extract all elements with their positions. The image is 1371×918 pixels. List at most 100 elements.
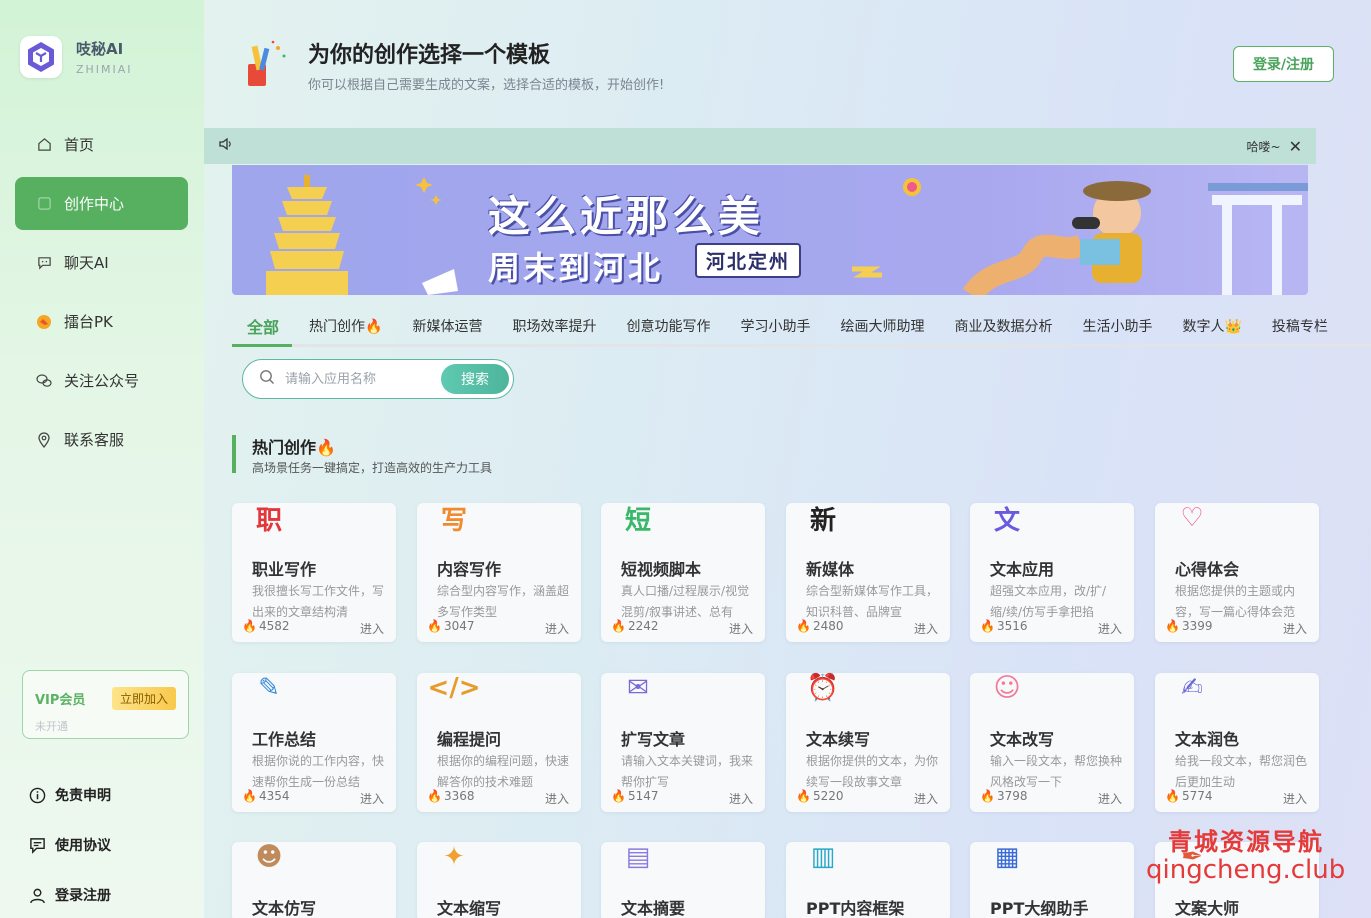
sidebar-item-support[interactable]: 联系客服 [15, 413, 188, 466]
login-register-label: 登录注册 [55, 888, 111, 904]
create-icon [36, 196, 52, 212]
card-enter-link[interactable]: 进入 [1098, 790, 1122, 807]
tab-new-media[interactable]: 新媒体运营 [397, 308, 497, 344]
promo-banner[interactable]: 这么近那么美 周末到河北 河北定州 [232, 165, 1308, 295]
card-description: 超强文本应用，改/扩/缩/续/仿写手拿把掐 [990, 584, 1107, 619]
tab-hot[interactable]: 热门创作🔥 [294, 308, 397, 344]
tab-all[interactable]: 全部 [232, 308, 294, 344]
tab-business[interactable]: 商业及数据分析 [939, 308, 1067, 344]
template-card[interactable]: ▦ PPT大纲助手 [970, 842, 1134, 918]
template-card[interactable]: 新新媒体 综合型新媒体写作工具，知识科普、品牌宣 🔥 2480 进入 [786, 503, 950, 642]
pk-icon [36, 314, 52, 330]
card-description: 我很擅长写工作文件，写出来的文章结构清 [252, 584, 384, 619]
tab-workplace[interactable]: 职场效率提升 [497, 308, 611, 344]
template-card[interactable]: 文文本应用 超强文本应用，改/扩/缩/续/仿写手拿把掐 🔥 3516 进入 [970, 503, 1134, 642]
watermark-line1: 青城资源导航 [1168, 828, 1324, 856]
fire-icon: 🔥 [427, 619, 442, 633]
agreement-link[interactable]: 使用协议 [28, 820, 111, 870]
card-title: 短视频脚本 [621, 560, 702, 579]
explorer-figure-icon [1072, 181, 1151, 283]
app-subname: ZHIMIAI [76, 63, 133, 76]
sidebar-nav: 首页 创作中心 聊天AI 擂台PK 关注公众号 联系客服 [15, 118, 188, 472]
template-card[interactable]: ▥ PPT内容框架 [786, 842, 950, 918]
card-enter-link[interactable]: 进入 [545, 790, 569, 807]
card-count-value: 3368 [443, 789, 475, 803]
card-enter-link[interactable]: 进入 [1283, 790, 1307, 807]
template-card[interactable]: ✎ 工作总结 根据你说的工作内容，快速帮你生成一份总结 🔥 4354 进入 [232, 673, 396, 812]
tab-study[interactable]: 学习小助手 [725, 308, 825, 344]
sidebar-item-label: 联系客服 [64, 431, 125, 449]
template-card[interactable]: ✉ 扩写文章 请输入文本关键词，我来帮你扩写 🔥 5147 进入 [601, 673, 765, 812]
template-card[interactable]: ♡ 心得体会 根据您提供的主题或内容，写一篇心得体会范 🔥 3399 进入 [1155, 503, 1319, 642]
template-card[interactable]: ✍ 文本润色 给我一段文本，帮您润色后更加生动 🔥 5774 进入 [1155, 673, 1319, 812]
search-input[interactable] [285, 371, 425, 387]
logo[interactable]: 吱秘AI ZHIMIAI [20, 36, 133, 78]
sidebar: 吱秘AI ZHIMIAI 首页 创作中心 聊天AI 擂台PK 关注公众号 联系客… [0, 0, 204, 918]
card-enter-link[interactable]: 进入 [914, 790, 938, 807]
sidebar-item-chat[interactable]: 聊天AI [15, 236, 188, 289]
login-register-button[interactable]: 登录/注册 [1233, 46, 1334, 82]
card-description: 给我一段文本，帮您润色后更加生动 [1175, 754, 1307, 789]
pencil-cup-icon [240, 38, 292, 90]
card-count-value: 4582 [258, 619, 290, 633]
sidebar-item-label: 创作中心 [64, 195, 125, 213]
card-count-value: 3399 [1181, 619, 1213, 633]
login-register-link[interactable]: 登录注册 [28, 870, 111, 918]
vip-join-button[interactable]: 立即加入 [111, 687, 176, 710]
template-card[interactable]: 职职业写作我很擅长写工作文件，写出来的文章结构清 🔥 4582 进入 [232, 503, 396, 642]
watermark-line2: qingcheng.club [1146, 855, 1346, 885]
fire-icon: 🔥 [1165, 619, 1180, 633]
sidebar-item-wechat[interactable]: 关注公众号 [15, 354, 188, 407]
card-count-value: 5147 [627, 789, 659, 803]
card-usage-count: 🔥 3516 [980, 619, 1028, 633]
banner-headline: 这么近那么美 [488, 192, 765, 241]
card-usage-count: 🔥 4582 [242, 619, 290, 633]
sidebar-item-home[interactable]: 首页 [15, 118, 188, 171]
template-card[interactable]: ☺ 文本改写 输入一段文本，帮您换种风格改写一下 🔥 3798 进入 [970, 673, 1134, 812]
fire-icon: 🔥 [980, 619, 995, 633]
card-usage-count: 🔥 5147 [611, 789, 659, 803]
ppt-outline-icon: ▦ [994, 842, 1020, 872]
job-icon: 职 [255, 505, 282, 536]
template-card[interactable]: ⏰ 文本续写 根据你提供的文本，为你续写一段故事文章 🔥 5220 进入 [786, 673, 950, 812]
card-title: PPT内容框架 [806, 899, 905, 918]
card-enter-link[interactable]: 进入 [729, 620, 753, 637]
template-card[interactable]: 短短视频脚本 真人口播/过程展示/视觉混剪/叙事讲述、总有 🔥 2242 进入 [601, 503, 765, 642]
disclaimer-link[interactable]: 免责申明 [28, 770, 111, 820]
sidebar-item-pk[interactable]: 擂台PK [15, 295, 188, 348]
tab-life[interactable]: 生活小助手 [1067, 308, 1167, 344]
card-enter-link[interactable]: 进入 [1283, 620, 1307, 637]
card-enter-link[interactable]: 进入 [729, 790, 753, 807]
rewrite-icon: ☺ [993, 673, 1021, 703]
sidebar-item-create[interactable]: 创作中心 [15, 177, 188, 230]
close-icon[interactable]: ✕ [1289, 137, 1302, 156]
template-card[interactable]: </> 编程提问 根据你的编程问题，快速解答你的技术难题 🔥 3368 进入 [417, 673, 581, 812]
search-button[interactable]: 搜索 [441, 364, 509, 394]
notice-bar: 哈喽~ ✕ [204, 128, 1316, 164]
template-card[interactable]: ✦ 文本缩写 [417, 842, 581, 918]
tab-creative[interactable]: 创意功能写作 [611, 308, 725, 344]
card-enter-link[interactable]: 进入 [1098, 620, 1122, 637]
card-description: 根据你的编程问题，快速解答你的技术难题 [437, 754, 569, 789]
tab-submission[interactable]: 投稿专栏 [1257, 308, 1343, 344]
banner-subheadline: 周末到河北 [488, 249, 664, 287]
card-title: 职业写作 [252, 560, 317, 579]
speaker-icon [218, 136, 234, 156]
tab-digital-human[interactable]: 数字人👑 [1167, 308, 1256, 344]
notice-text: 哈喽~ [1246, 139, 1281, 154]
tab-drawing[interactable]: 绘画大师助理 [825, 308, 939, 344]
card-enter-link[interactable]: 进入 [914, 620, 938, 637]
card-usage-count: 🔥 3047 [427, 619, 475, 633]
card-description: 根据您提供的主题或内容，写一篇心得体会范 [1175, 584, 1296, 619]
card-enter-link[interactable]: 进入 [545, 620, 569, 637]
template-card[interactable]: 写内容写作 综合型内容写作，涵盖超多写作类型 🔥 3047 进入 [417, 503, 581, 642]
location-icon [36, 431, 52, 448]
card-enter-link[interactable]: 进入 [360, 620, 384, 637]
banner-tag: 河北定州 [695, 243, 802, 278]
new-media-icon: 新 [809, 505, 836, 536]
fire-icon: 🔥 [1165, 789, 1180, 803]
card-enter-link[interactable]: 进入 [360, 790, 384, 807]
card-description: 综合型新媒体写作工具，知识科普、品牌宣 [806, 584, 938, 619]
template-card[interactable]: ▤ 文本摘要 [601, 842, 765, 918]
template-card[interactable]: ☻ 文本仿写 [232, 842, 396, 918]
